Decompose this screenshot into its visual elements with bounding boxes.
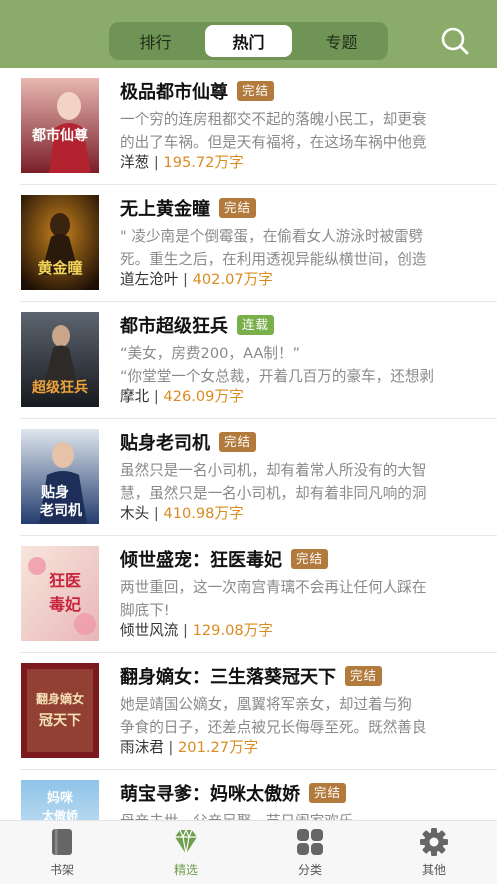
tab-other[interactable]: 其他 [372, 821, 496, 884]
book-description: 她是靖国公嫡女，凰翼将军亲女，却过着与狗 争食的日子，还差点被兄长侮辱至死。既然善… [120, 696, 427, 736]
svg-text:毒妃: 毒妃 [49, 595, 81, 614]
book-meta: 木头 | 410.98万字 [120, 505, 244, 522]
diamond-icon [171, 827, 201, 857]
tab-bookshelf[interactable]: 书架 [0, 821, 124, 884]
book-title: 无上黄金瞳 [120, 199, 210, 220]
word-count: 402.07万字 [192, 271, 273, 288]
svg-text:妈咪: 妈咪 [47, 790, 74, 806]
word-count: 426.09万字 [163, 388, 244, 405]
book-title: 极品都市仙尊 [120, 82, 228, 103]
book-author: 雨沫君 [120, 739, 164, 756]
book-title: 贴身老司机 [120, 433, 210, 454]
svg-text:冠天下: 冠天下 [39, 713, 81, 729]
tab-label: 精选 [173, 863, 198, 877]
book-item[interactable]: 都市仙尊 极品都市仙尊 完结 一个穷的连房租都交不起的落魄小民工，却更衰 的出了车… [0, 68, 497, 185]
svg-text:都市仙尊: 都市仙尊 [31, 127, 88, 144]
tab-label: 其他 [421, 863, 446, 877]
svg-text:翻身嫡女: 翻身嫡女 [36, 691, 84, 706]
book-title: 萌宝寻爹：妈咪太傲娇 [120, 784, 300, 805]
book-cover: 翻身嫡女 冠天下 [21, 663, 99, 758]
book-description: 一个穷的连房租都交不起的落魄小民工，却更衰 的出了车祸。但是天有福将，在这场车祸中… [120, 111, 427, 151]
tab-label: 分类 [297, 863, 322, 877]
book-meta: 倾世风流 | 129.08万字 [120, 622, 273, 639]
book-list[interactable]: 都市仙尊 极品都市仙尊 完结 一个穷的连房租都交不起的落魄小民工，却更衰 的出了车… [0, 68, 497, 820]
tab-hot[interactable]: 热门 [205, 25, 292, 57]
book-meta: 道左沧叶 | 402.07万字 [120, 271, 273, 288]
book-description: " 凌少南是个倒霉蛋，在偷看女人游泳时被雷劈 死。重生之后，在利用透视异能纵横世间… [120, 228, 427, 268]
bookshelf-icon [47, 827, 77, 857]
book-author: 木头 [120, 505, 150, 522]
book-cover: 贴身 老司机 [21, 429, 99, 524]
book-cover: 狂医 毒妃 [21, 546, 99, 641]
svg-text:黄金瞳: 黄金瞳 [37, 259, 82, 277]
bottom-tab-bar: 书架 精选 分类 其他 [0, 820, 497, 884]
book-item[interactable]: 狂医 毒妃 倾世盛宠：狂医毒妃 完结 两世重回，这一次南宫青璃不会再让任何人踩在… [0, 536, 497, 653]
tab-featured[interactable]: 精选 [124, 821, 248, 884]
book-item[interactable]: 贴身 老司机 贴身老司机 完结 虽然只是一名小司机，却有着常人所没有的大智 慧，虽… [0, 419, 497, 536]
segment-control: 排行 热门 专题 [109, 22, 388, 60]
word-count: 410.98万字 [163, 505, 244, 522]
word-count: 129.08万字 [192, 622, 273, 639]
book-cover: 黄金瞳 [21, 195, 99, 290]
book-meta: 摩北 | 426.09万字 [120, 388, 244, 405]
book-title: 倾世盛宠：狂医毒妃 [120, 550, 282, 571]
tab-label: 书架 [49, 863, 74, 877]
book-item[interactable]: 超级狂兵 都市超级狂兵 连载 “美女，房费200，AA制！” “你堂堂一个女总裁，… [0, 302, 497, 419]
book-description: “美女，房费200，AA制！” “你堂堂一个女总裁，开着几百万的豪车，还想剥 [120, 345, 435, 385]
book-item[interactable]: 翻身嫡女 冠天下 翻身嫡女：三生落葵冠天下 完结 她是靖国公嫡女，凰翼将军亲女，… [0, 653, 497, 770]
book-description: 虽然只是一名小司机，却有着常人所没有的大智 慧，虽然只是一名小司机，却有着非同凡响… [120, 462, 427, 502]
status-badge: 完结 [237, 81, 275, 101]
tab-categories[interactable]: 分类 [248, 821, 372, 884]
status-badge: 完结 [219, 198, 257, 218]
word-count: 195.72万字 [163, 154, 244, 171]
top-header: 排行 热门 专题 [0, 0, 497, 68]
book-author: 洋葱 [120, 154, 150, 171]
book-cover: 超级狂兵 [21, 312, 99, 407]
status-badge: 完结 [219, 432, 257, 452]
tab-topics[interactable]: 专题 [298, 25, 385, 57]
svg-text:太傲娇: 太傲娇 [42, 808, 79, 820]
word-count: 201.27万字 [178, 739, 259, 756]
grid-icon [295, 827, 325, 857]
book-author: 摩北 [120, 388, 150, 405]
status-badge: 连载 [237, 315, 275, 335]
book-cover: 都市仙尊 [21, 78, 99, 173]
gear-icon [419, 827, 449, 857]
svg-text:超级狂兵: 超级狂兵 [31, 379, 88, 396]
status-badge: 完结 [345, 666, 383, 686]
book-title: 都市超级狂兵 [120, 316, 228, 337]
status-badge: 完结 [291, 549, 329, 569]
status-badge: 完结 [309, 783, 347, 803]
svg-text:老司机: 老司机 [40, 502, 82, 519]
book-cover: 妈咪 太傲娇 [21, 780, 99, 820]
svg-text:狂医: 狂医 [49, 571, 81, 590]
tab-ranking[interactable]: 排行 [112, 25, 199, 57]
book-item[interactable]: 妈咪 太傲娇 萌宝寻爹：妈咪太傲娇 完结 母亲去世，父亲另娶，节日阖家欢乐 [0, 770, 497, 820]
book-author: 道左沧叶 [120, 271, 179, 288]
book-item[interactable]: 黄金瞳 无上黄金瞳 完结 " 凌少南是个倒霉蛋，在偷看女人游泳时被雷劈 死。重生之… [0, 185, 497, 302]
book-author: 倾世风流 [120, 622, 179, 639]
book-meta: 洋葱 | 195.72万字 [120, 154, 244, 171]
book-title: 翻身嫡女：三生落葵冠天下 [120, 667, 336, 688]
search-icon[interactable] [440, 26, 470, 56]
svg-text:贴身: 贴身 [41, 484, 69, 501]
book-meta: 雨沫君 | 201.27万字 [120, 739, 259, 756]
book-description: 两世重回，这一次南宫青璃不会再让任何人踩在 脚底下! [120, 579, 427, 619]
book-description: 母亲去世，父亲另娶，节日阖家欢乐 [120, 810, 475, 820]
